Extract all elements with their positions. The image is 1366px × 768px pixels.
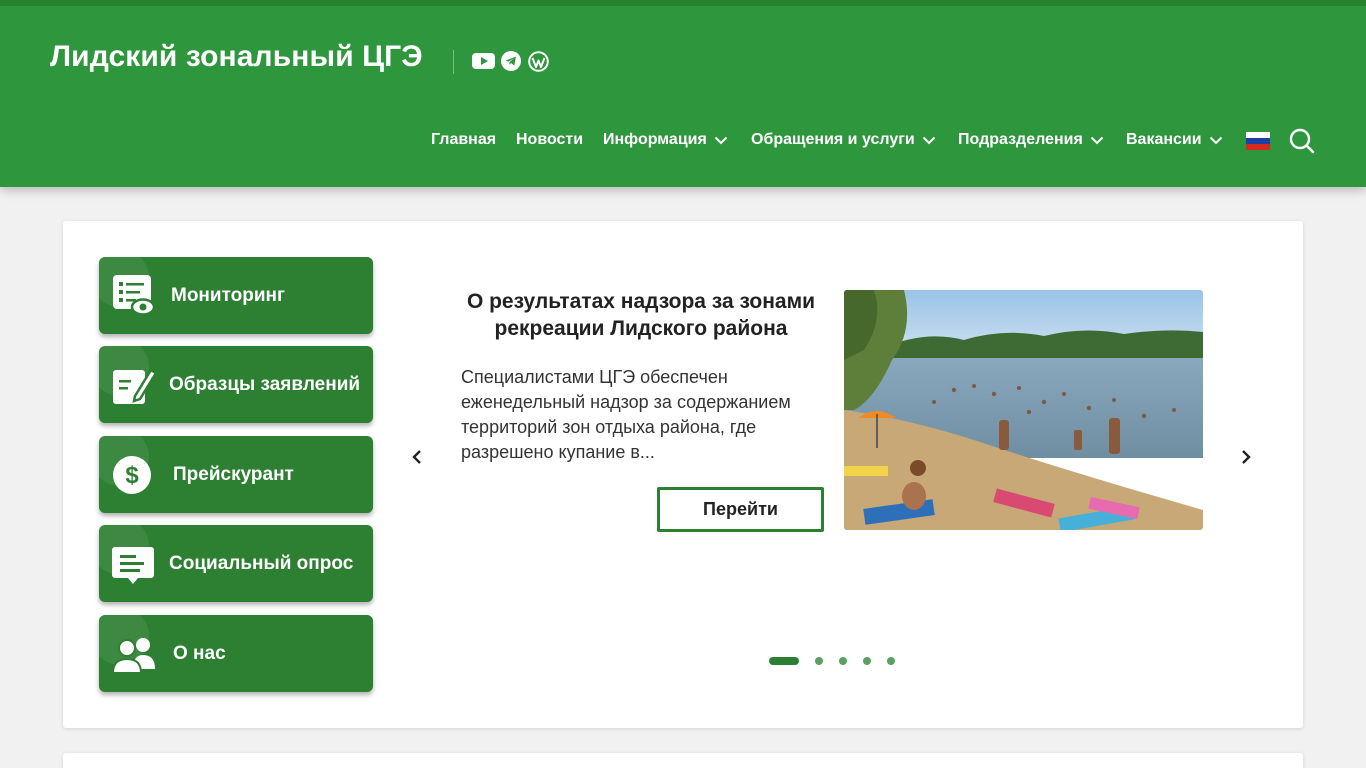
nav-item-appeals-services[interactable]: Обращения и услуги [751,126,936,154]
sidebar-item-monitoring[interactable]: Мониторинг [99,257,373,334]
main-nav: Главная Новости Информация Обращения и у… [0,126,1366,154]
chevron-down-icon [922,136,936,145]
chevron-down-icon [714,136,728,145]
sidebar-item-social-survey[interactable]: Социальный опрос [99,525,373,602]
site-header: Лидский зональный ЦГЭ Главная Новости Ин… [0,0,1366,187]
telegram-icon[interactable] [500,50,521,72]
nav-item-information[interactable]: Информация [603,126,728,154]
slider-dot[interactable] [863,657,871,665]
nav-label: Главная [431,131,497,148]
nav-item-vacancies[interactable]: Вакансии [1126,126,1223,154]
nav-label: Вакансии [1126,131,1202,148]
chevron-right-icon [1242,450,1251,464]
users-icon [111,631,157,677]
survey-icon [111,541,157,587]
sidebar-item-label: Мониторинг [171,284,285,306]
russian-flag-icon[interactable] [1246,132,1270,150]
slider-prev-arrow[interactable] [405,445,429,469]
nav-label: Обращения и услуги [751,131,915,148]
featured-card: Мониторинг Образцы заявлений $ Прейскура… [63,221,1303,728]
nav-label: Информация [603,131,707,148]
go-button[interactable]: Перейти [657,487,824,532]
slider-dot[interactable] [839,657,847,665]
svg-text:$: $ [125,462,139,489]
nav-label: Подразделения [958,131,1083,148]
wordpress-icon[interactable] [527,50,549,72]
slide-title[interactable]: О результатах надзора за зонами рекреаци… [453,288,829,342]
beach-photo[interactable] [844,290,1203,530]
chevron-left-icon [412,450,421,464]
nav-item-news[interactable]: Новости [516,126,583,154]
sidebar-item-label: Социальный опрос [169,552,354,574]
slider-next-arrow[interactable] [1234,445,1258,469]
nav-item-divisions[interactable]: Подразделения [958,126,1104,154]
chevron-down-icon [1090,136,1104,145]
dollar-icon: $ [111,452,157,498]
site-title[interactable]: Лидский зональный ЦГЭ [50,40,423,74]
sidebar-item-label: О нас [173,642,226,664]
sidebar-item-label: Образцы заявлений [169,373,361,395]
edit-document-icon [111,362,158,408]
sidebar-item-application-samples[interactable]: Образцы заявлений [99,346,373,423]
slider-dot[interactable] [887,657,895,665]
search-icon[interactable] [1288,127,1316,155]
slider-dot[interactable] [769,657,799,665]
title-divider [453,50,454,74]
nav-label: Новости [516,131,584,148]
youtube-icon[interactable] [472,50,495,72]
chevron-down-icon [1209,136,1223,145]
next-section-card [63,753,1303,768]
slider-dot[interactable] [815,657,823,665]
sidebar-item-label: Прейскурант [173,463,294,485]
sidebar-item-price-list[interactable]: $ Прейскурант [99,436,373,513]
sidebar-item-about[interactable]: О нас [99,615,373,692]
slide-excerpt: Специалистами ЦГЭ обеспечен еженедельный… [461,367,791,462]
monitoring-list-icon [111,273,157,319]
nav-item-home[interactable]: Главная [431,126,496,154]
